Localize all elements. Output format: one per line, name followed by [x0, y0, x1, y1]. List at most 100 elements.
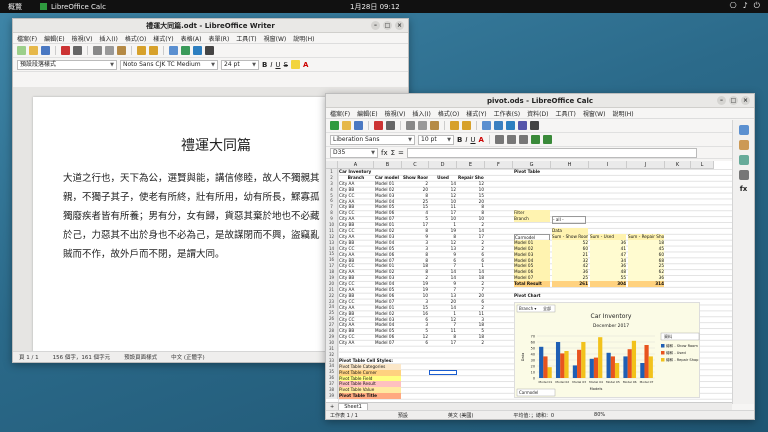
font-color-icon[interactable]: A [303, 61, 308, 69]
image-icon[interactable] [181, 46, 190, 55]
menu-item[interactable]: 插入(I) [412, 109, 430, 118]
underline-icon[interactable]: U [470, 136, 475, 144]
properties-icon[interactable] [738, 125, 749, 135]
pivot-chart[interactable]: Branch ▾ 全部 Car Inventory December 2017 0 10 2… [514, 301, 700, 398]
column-header[interactable]: L [691, 161, 714, 168]
font-size-select[interactable]: 24 pt ▼ [221, 59, 259, 70]
gallery-icon[interactable] [738, 155, 749, 165]
calc-window[interactable]: pivot.ods - LibreOffice Calc – □ × 檔案(F) 編輯… [325, 93, 755, 420]
minimize-button[interactable]: – [717, 96, 726, 105]
menu-item[interactable]: 格式(O) [438, 109, 459, 118]
omega-icon[interactable] [530, 121, 539, 130]
menu-item[interactable]: 檢視(V) [385, 109, 406, 118]
cut-icon[interactable] [406, 121, 415, 130]
navigator-icon[interactable] [738, 170, 749, 180]
menu-item[interactable]: 編輯(E) [44, 34, 64, 43]
cell[interactable]: Pivot Chart [514, 293, 550, 299]
bold-icon[interactable]: B [457, 136, 462, 144]
cut-icon[interactable] [93, 46, 102, 55]
menu-item[interactable]: 視窗(W) [583, 109, 606, 118]
column-header[interactable]: C [402, 161, 429, 168]
save-icon[interactable] [41, 46, 50, 55]
function-wizard-icon[interactable]: fx [381, 149, 388, 157]
zoom-level[interactable]: 80% [594, 412, 605, 418]
currency-icon[interactable] [530, 135, 540, 144]
align-left-icon[interactable] [494, 135, 504, 144]
pivot-icon[interactable] [518, 121, 527, 130]
menu-item[interactable]: 檔案(F) [330, 109, 350, 118]
writer-titlebar[interactable]: 禮運大同篇.odt - LibreOffice Writer – □ × [13, 19, 408, 33]
paste-icon[interactable] [117, 46, 126, 55]
column-header[interactable]: I [589, 161, 627, 168]
row-header[interactable]: 39 [326, 393, 337, 399]
redo-icon[interactable] [462, 121, 471, 130]
column-header[interactable]: H [551, 161, 589, 168]
highlight-icon[interactable] [291, 60, 300, 69]
print-icon[interactable] [386, 121, 395, 130]
app-menu[interactable]: LibreOffice Calc [40, 3, 106, 11]
menu-item[interactable]: 說明(H) [293, 34, 314, 43]
cell[interactable]: City AA [339, 340, 373, 346]
undo-icon[interactable] [450, 121, 459, 130]
menu-item[interactable]: 檔案(F) [17, 34, 37, 43]
table-icon[interactable] [169, 46, 178, 55]
cell-grid[interactable]: Car Inventory Branch Car model Show Room Use… [338, 169, 732, 402]
cell[interactable]: Pivot Table [514, 169, 550, 175]
column-header[interactable]: D [429, 161, 457, 168]
column-header[interactable]: A [338, 161, 374, 168]
cell[interactable]: 6 [403, 340, 428, 346]
clock[interactable]: 1月28日 09:12 [350, 2, 400, 12]
functions-icon[interactable]: fx [739, 185, 749, 195]
font-color-icon[interactable]: A [479, 136, 484, 144]
copy-icon[interactable] [418, 121, 427, 130]
align-right-icon[interactable] [518, 135, 528, 144]
formula-icon[interactable]: = [398, 149, 404, 157]
menu-item[interactable]: 資料(D) [527, 109, 548, 118]
sum-icon[interactable]: Σ [391, 149, 395, 157]
cell[interactable]: 2 [458, 340, 484, 346]
italic-icon[interactable]: I [465, 136, 467, 144]
close-button[interactable]: × [395, 21, 404, 30]
menu-item[interactable]: 檢視(V) [72, 34, 93, 43]
new-icon[interactable] [17, 46, 26, 55]
cell[interactable]: 17 [430, 340, 456, 346]
minimize-button[interactable]: – [371, 21, 380, 30]
percent-icon[interactable] [542, 135, 552, 144]
sort-icon[interactable] [482, 121, 491, 130]
underline-icon[interactable]: U [275, 61, 280, 69]
formula-input[interactable] [406, 147, 697, 158]
maximize-button[interactable]: □ [729, 96, 738, 105]
font-size-select[interactable]: 10 pt ▼ [418, 134, 454, 145]
column-header[interactable]: G [513, 161, 551, 168]
column-header[interactable]: F [485, 161, 513, 168]
chart-icon[interactable] [506, 121, 515, 130]
chart-icon[interactable] [193, 46, 202, 55]
omega-icon[interactable] [205, 46, 214, 55]
menu-item[interactable]: 樣式(Y) [466, 109, 486, 118]
selected-cell[interactable] [429, 369, 457, 376]
name-box[interactable]: D35 ▼ [330, 147, 378, 158]
cell[interactable]: Total Result [514, 281, 550, 287]
save-icon[interactable] [354, 121, 363, 130]
open-icon[interactable] [342, 121, 351, 130]
print-icon[interactable] [73, 46, 82, 55]
system-tray[interactable]: ⎔ ♪ ⏻ [730, 1, 760, 11]
column-header[interactable]: E [457, 161, 485, 168]
open-icon[interactable] [29, 46, 38, 55]
close-button[interactable]: × [741, 96, 750, 105]
paragraph-style-select[interactable]: 預設段落樣式 ▼ [17, 59, 117, 70]
menu-item[interactable]: 樣式(Y) [153, 34, 173, 43]
new-icon[interactable] [330, 121, 339, 130]
menu-item[interactable]: 表格(A) [181, 34, 202, 43]
redo-icon[interactable] [149, 46, 158, 55]
filter-icon[interactable] [494, 121, 503, 130]
styles-icon[interactable] [738, 140, 749, 150]
menu-item[interactable]: 編輯(E) [357, 109, 377, 118]
font-name-select[interactable]: Noto Sans CJK TC Medium ▼ [120, 59, 218, 70]
maximize-button[interactable]: □ [383, 21, 392, 30]
calc-titlebar[interactable]: pivot.ods - LibreOffice Calc – □ × [326, 94, 754, 108]
strike-icon[interactable]: S [284, 61, 288, 69]
column-header[interactable]: J [627, 161, 665, 168]
pdf-icon[interactable] [374, 121, 383, 130]
undo-icon[interactable] [137, 46, 146, 55]
